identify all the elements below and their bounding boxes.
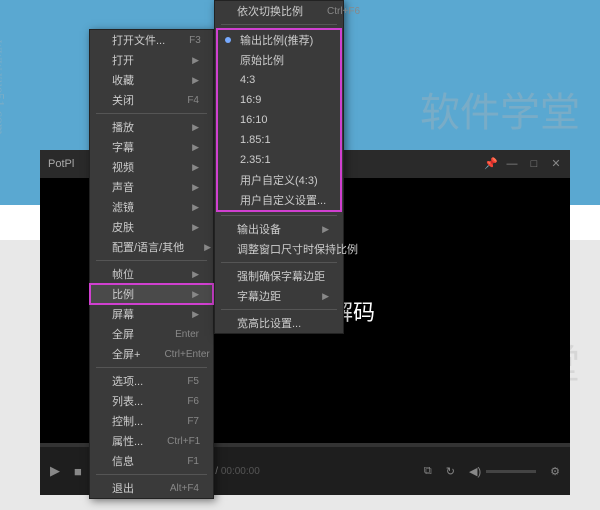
menu-keep-ratio[interactable]: 调整窗口尺寸时保持比例 [215, 239, 343, 259]
menu-ratio-4-3[interactable]: 4:3 [218, 70, 340, 90]
menu-skin[interactable]: 皮肤▶ [90, 217, 213, 237]
chevron-right-icon: ▶ [192, 162, 199, 173]
minimize-icon[interactable]: — [506, 158, 518, 170]
settings-icon[interactable]: ⚙ [550, 465, 560, 478]
menu-separator [221, 24, 337, 25]
menu-custom-ratio-settings[interactable]: 用户自定义设置... [218, 190, 340, 210]
menu-screen[interactable]: 屏幕▶ [90, 304, 213, 324]
menu-config[interactable]: 配置/语言/其他▶ [90, 237, 213, 257]
menu-open-file[interactable]: 打开文件...F3 [90, 30, 213, 50]
chevron-right-icon: ▶ [192, 55, 199, 66]
chevron-right-icon: ▶ [192, 309, 199, 320]
menu-ratio-16-9[interactable]: 16:9 [218, 90, 340, 110]
menu-cycle-ratio[interactable]: 依次切换比例Ctrl+F6 [215, 1, 343, 21]
menu-output-ratio[interactable]: 输出比例(推荐) [218, 30, 340, 50]
menu-separator [221, 262, 337, 263]
menu-ratio-16-10[interactable]: 16:10 [218, 110, 340, 130]
menu-properties[interactable]: 属性...Ctrl+F1 [90, 431, 213, 451]
chevron-right-icon: ▶ [192, 142, 199, 153]
menu-separator [96, 367, 207, 368]
menu-play[interactable]: 播放▶ [90, 117, 213, 137]
chevron-right-icon: ▶ [192, 122, 199, 133]
watermark-url: www.xue51.com [0, 40, 6, 135]
menu-original-ratio[interactable]: 原始比例 [218, 50, 340, 70]
menu-subtitle[interactable]: 字幕▶ [90, 137, 213, 157]
submenu-ratio: 依次切换比例Ctrl+F6 输出比例(推荐) 原始比例 4:3 16:9 16:… [214, 0, 344, 334]
menu-sub-margin[interactable]: 字幕边距▶ [215, 286, 343, 306]
chevron-right-icon: ▶ [192, 202, 199, 213]
menu-fullscreen-plus[interactable]: 全屏+Ctrl+Enter [90, 344, 213, 364]
menu-aspect-settings[interactable]: 宽高比设置... [215, 313, 343, 333]
stop-button[interactable]: ■ [74, 464, 82, 479]
menu-audio[interactable]: 声音▶ [90, 177, 213, 197]
menu-separator [96, 474, 207, 475]
chevron-right-icon: ▶ [192, 75, 199, 86]
menu-separator [96, 260, 207, 261]
menu-open[interactable]: 打开▶ [90, 50, 213, 70]
context-menu: 打开文件...F3 打开▶ 收藏▶ 关闭F4 播放▶ 字幕▶ 视频▶ 声音▶ 滤… [89, 29, 214, 499]
menu-ratio-235-1[interactable]: 2.35:1 [218, 150, 340, 170]
menu-separator [96, 113, 207, 114]
menu-favorites[interactable]: 收藏▶ [90, 70, 213, 90]
chevron-right-icon: ▶ [192, 289, 199, 300]
menu-control[interactable]: 控制...F7 [90, 411, 213, 431]
loop-icon[interactable]: ↻ [446, 465, 455, 478]
chevron-right-icon: ▶ [192, 222, 199, 233]
menu-ratio-185-1[interactable]: 1.85:1 [218, 130, 340, 150]
menu-exit[interactable]: 退出Alt+F4 [90, 478, 213, 498]
menu-separator [221, 309, 337, 310]
menu-fullscreen[interactable]: 全屏Enter [90, 324, 213, 344]
menu-close[interactable]: 关闭F4 [90, 90, 213, 110]
radio-selected-icon [225, 37, 231, 43]
ratio-options-highlight: 输出比例(推荐) 原始比例 4:3 16:9 16:10 1.85:1 2.35… [216, 28, 342, 212]
chevron-right-icon: ▶ [192, 269, 199, 280]
menu-options[interactable]: 选项...F5 [90, 371, 213, 391]
chevron-right-icon: ▶ [322, 224, 329, 235]
menu-custom-ratio-43[interactable]: 用户自定义(4:3) [218, 170, 340, 190]
watermark: 软件学堂 [420, 80, 580, 138]
menu-force-sub-margin[interactable]: 强制确保字幕边距 [215, 266, 343, 286]
chevron-right-icon: ▶ [322, 291, 329, 302]
menu-separator [221, 215, 337, 216]
volume-icon[interactable]: ◀) [469, 465, 481, 478]
pin-icon[interactable]: 📌 [484, 158, 496, 170]
menu-output-device[interactable]: 输出设备▶ [215, 219, 343, 239]
chevron-right-icon: ▶ [192, 182, 199, 193]
play-button[interactable]: ▶ [50, 463, 60, 479]
menu-playlist[interactable]: 列表...F6 [90, 391, 213, 411]
menu-frame[interactable]: 帧位▶ [90, 264, 213, 284]
close-icon[interactable]: ✕ [550, 158, 562, 170]
menu-ratio[interactable]: 比例▶ [90, 284, 213, 304]
capture-icon[interactable]: ⧉ [424, 465, 432, 478]
maximize-icon[interactable]: □ [528, 158, 540, 170]
menu-video[interactable]: 视频▶ [90, 157, 213, 177]
volume-slider[interactable] [486, 470, 536, 473]
chevron-right-icon: ▶ [204, 242, 211, 253]
menu-info[interactable]: 信息F1 [90, 451, 213, 471]
menu-filter[interactable]: 滤镜▶ [90, 197, 213, 217]
